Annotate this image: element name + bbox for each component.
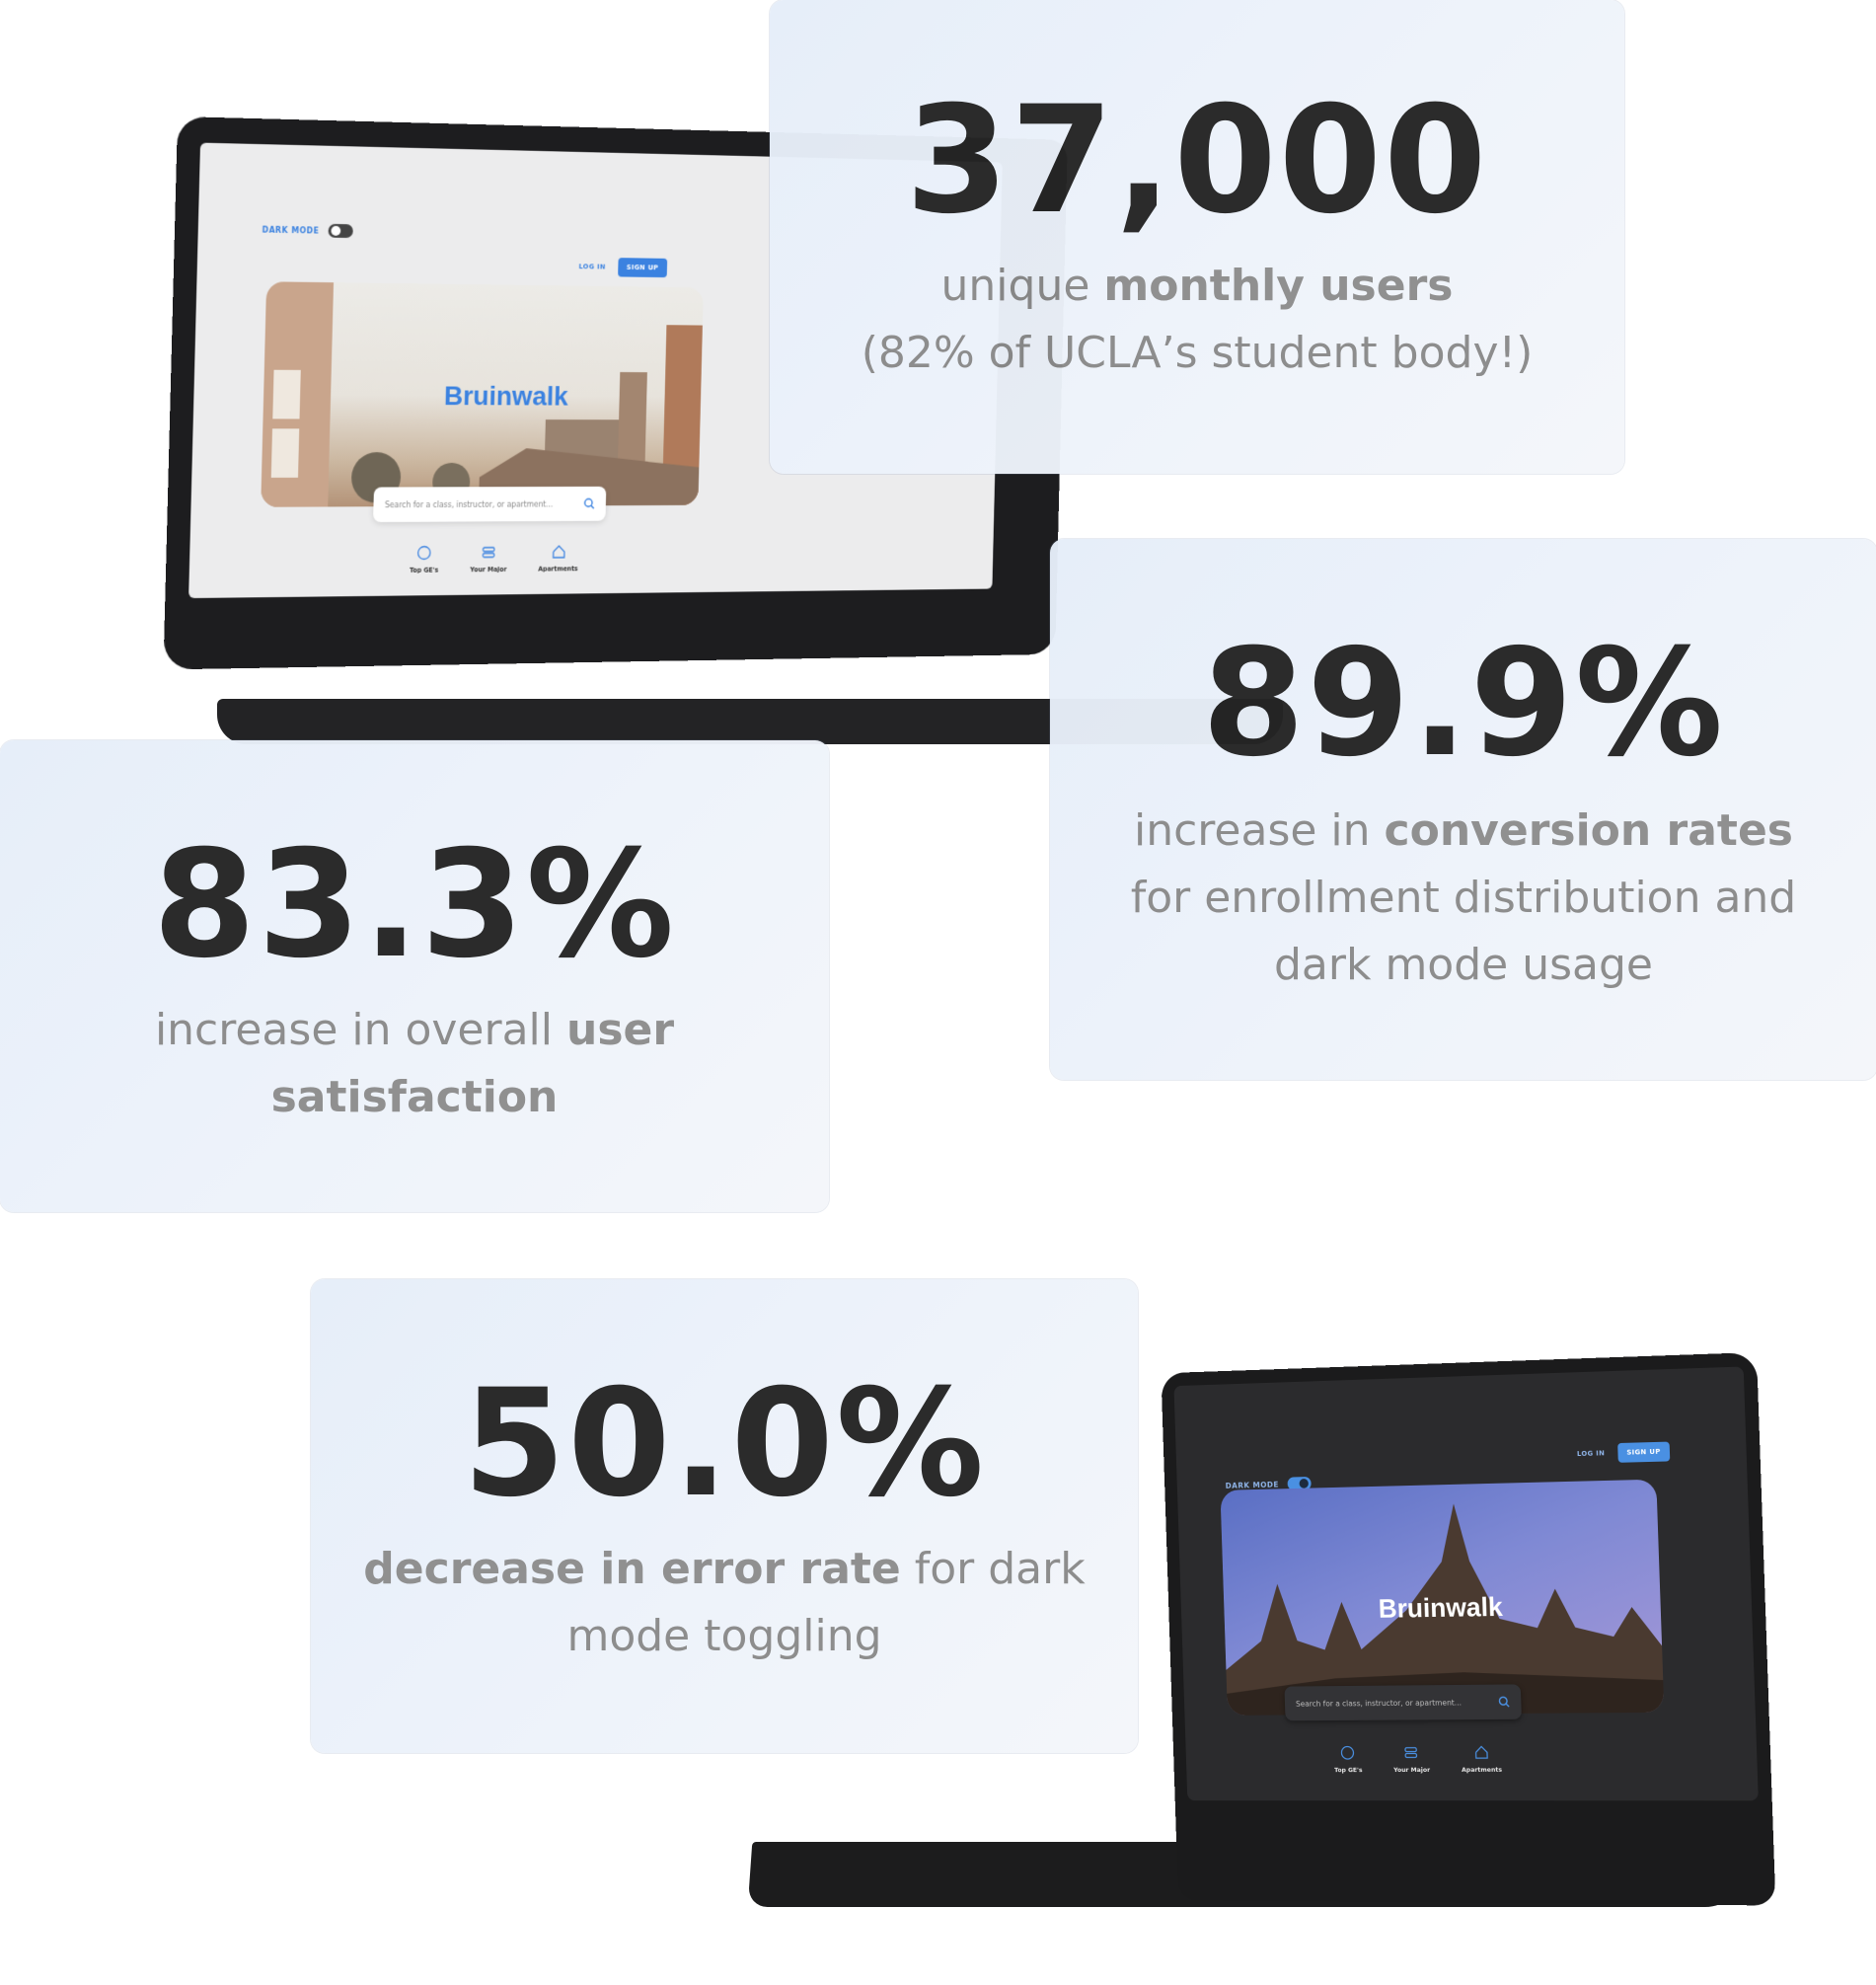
- book-stack-icon: [1403, 1745, 1419, 1761]
- home-icon: [551, 544, 565, 560]
- stat-value: 50.0%: [311, 1370, 1138, 1518]
- stat-value: 83.3%: [0, 831, 829, 979]
- hero-banner-dark: Bruinwalk: [1220, 1480, 1664, 1716]
- auth-buttons: LOG IN SIGN UP: [578, 257, 666, 277]
- stat-text-bold: satisfaction: [271, 1072, 559, 1122]
- dark-mode-label: DARK MODE: [262, 225, 319, 235]
- stat-card-error-rate: 50.0% decrease in error rate for dark mo…: [311, 1279, 1138, 1753]
- home-icon: [1473, 1744, 1489, 1760]
- laptop-lid: DARK MODE LOG IN SIGN UP Bruinwalk Searc…: [1161, 1352, 1775, 1906]
- nav-your-major[interactable]: Your Major: [1392, 1745, 1430, 1774]
- stat-card-user-satisfaction: 83.3% increase in overall user satisfact…: [0, 740, 829, 1212]
- stat-text-bold: monthly users: [1103, 261, 1453, 311]
- nav-label: Your Major: [1393, 1766, 1430, 1774]
- stat-description: increase in conversion rates for enrollm…: [1050, 798, 1876, 999]
- stat-text: mode toggling: [566, 1611, 881, 1661]
- stat-text: unique: [941, 261, 1104, 311]
- compass-icon: [1340, 1745, 1355, 1761]
- quick-nav: Top GE's Your Major Apartments: [410, 544, 578, 574]
- nav-apartments[interactable]: Apartments: [1461, 1744, 1502, 1773]
- nav-label: Apartments: [538, 565, 577, 573]
- nav-label: Top GE's: [1334, 1766, 1363, 1774]
- compass-icon: [416, 545, 432, 561]
- stat-description: increase in overall user satisfaction: [0, 997, 829, 1131]
- stat-text: for dark: [901, 1544, 1086, 1594]
- dark-mode-toggle[interactable]: [329, 224, 353, 238]
- signup-button[interactable]: SIGN UP: [618, 258, 666, 277]
- stat-text: for enrollment distribution and: [1131, 873, 1797, 923]
- nav-label: Your Major: [470, 566, 506, 573]
- brand-logo: Bruinwalk: [444, 381, 568, 413]
- search-bar[interactable]: Search for a class, instructor, or apart…: [373, 487, 606, 522]
- search-icon: [584, 497, 595, 509]
- stat-text: dark mode usage: [1274, 940, 1653, 990]
- stat-card-monthly-users: 37,000 unique monthly users (82% of UCLA…: [770, 0, 1624, 474]
- book-stack-icon: [482, 545, 496, 561]
- quick-nav: Top GE's Your Major Apartments: [1333, 1744, 1502, 1774]
- stat-value: 89.9%: [1050, 630, 1876, 778]
- search-input[interactable]: Search for a class, instructor, or apart…: [385, 499, 584, 509]
- nav-top-ges[interactable]: Top GE's: [410, 545, 439, 574]
- nav-apartments[interactable]: Apartments: [538, 544, 578, 573]
- toggle-knob: [1300, 1479, 1310, 1489]
- nav-label: Apartments: [1462, 1766, 1502, 1774]
- stat-text-bold: conversion rates: [1385, 805, 1793, 856]
- stat-text: (82% of UCLA’s student body!): [862, 328, 1534, 378]
- nav-your-major[interactable]: Your Major: [470, 545, 507, 574]
- stat-value: 37,000: [770, 87, 1624, 235]
- toggle-knob: [332, 226, 341, 236]
- laptop-screen-dark: DARK MODE LOG IN SIGN UP Bruinwalk Searc…: [1173, 1366, 1758, 1800]
- signup-button[interactable]: SIGN UP: [1617, 1442, 1670, 1463]
- auth-buttons: LOG IN SIGN UP: [1577, 1442, 1670, 1464]
- search-bar[interactable]: Search for a class, instructor, or apart…: [1284, 1684, 1522, 1720]
- dark-mode-toggle-row: DARK MODE: [262, 223, 353, 238]
- stat-description: unique monthly users (82% of UCLA’s stud…: [770, 253, 1624, 387]
- nav-label: Top GE's: [410, 567, 438, 574]
- stat-text: increase in: [1134, 805, 1385, 856]
- search-icon: [1498, 1696, 1510, 1708]
- login-link[interactable]: LOG IN: [1577, 1449, 1605, 1458]
- hero-banner-light: Bruinwalk: [261, 281, 704, 506]
- stat-text-bold: user: [566, 1005, 674, 1055]
- stat-text-bold: decrease in error rate: [363, 1544, 900, 1594]
- nav-top-ges[interactable]: Top GE's: [1333, 1745, 1362, 1774]
- login-link[interactable]: LOG IN: [578, 263, 605, 270]
- search-input[interactable]: Search for a class, instructor, or apart…: [1296, 1698, 1499, 1708]
- stat-description: decrease in error rate for dark mode tog…: [311, 1536, 1138, 1670]
- stat-card-conversion-rates: 89.9% increase in conversion rates for e…: [1050, 539, 1876, 1080]
- stat-text: increase in overall: [155, 1005, 566, 1055]
- brand-logo: Bruinwalk: [1378, 1591, 1503, 1624]
